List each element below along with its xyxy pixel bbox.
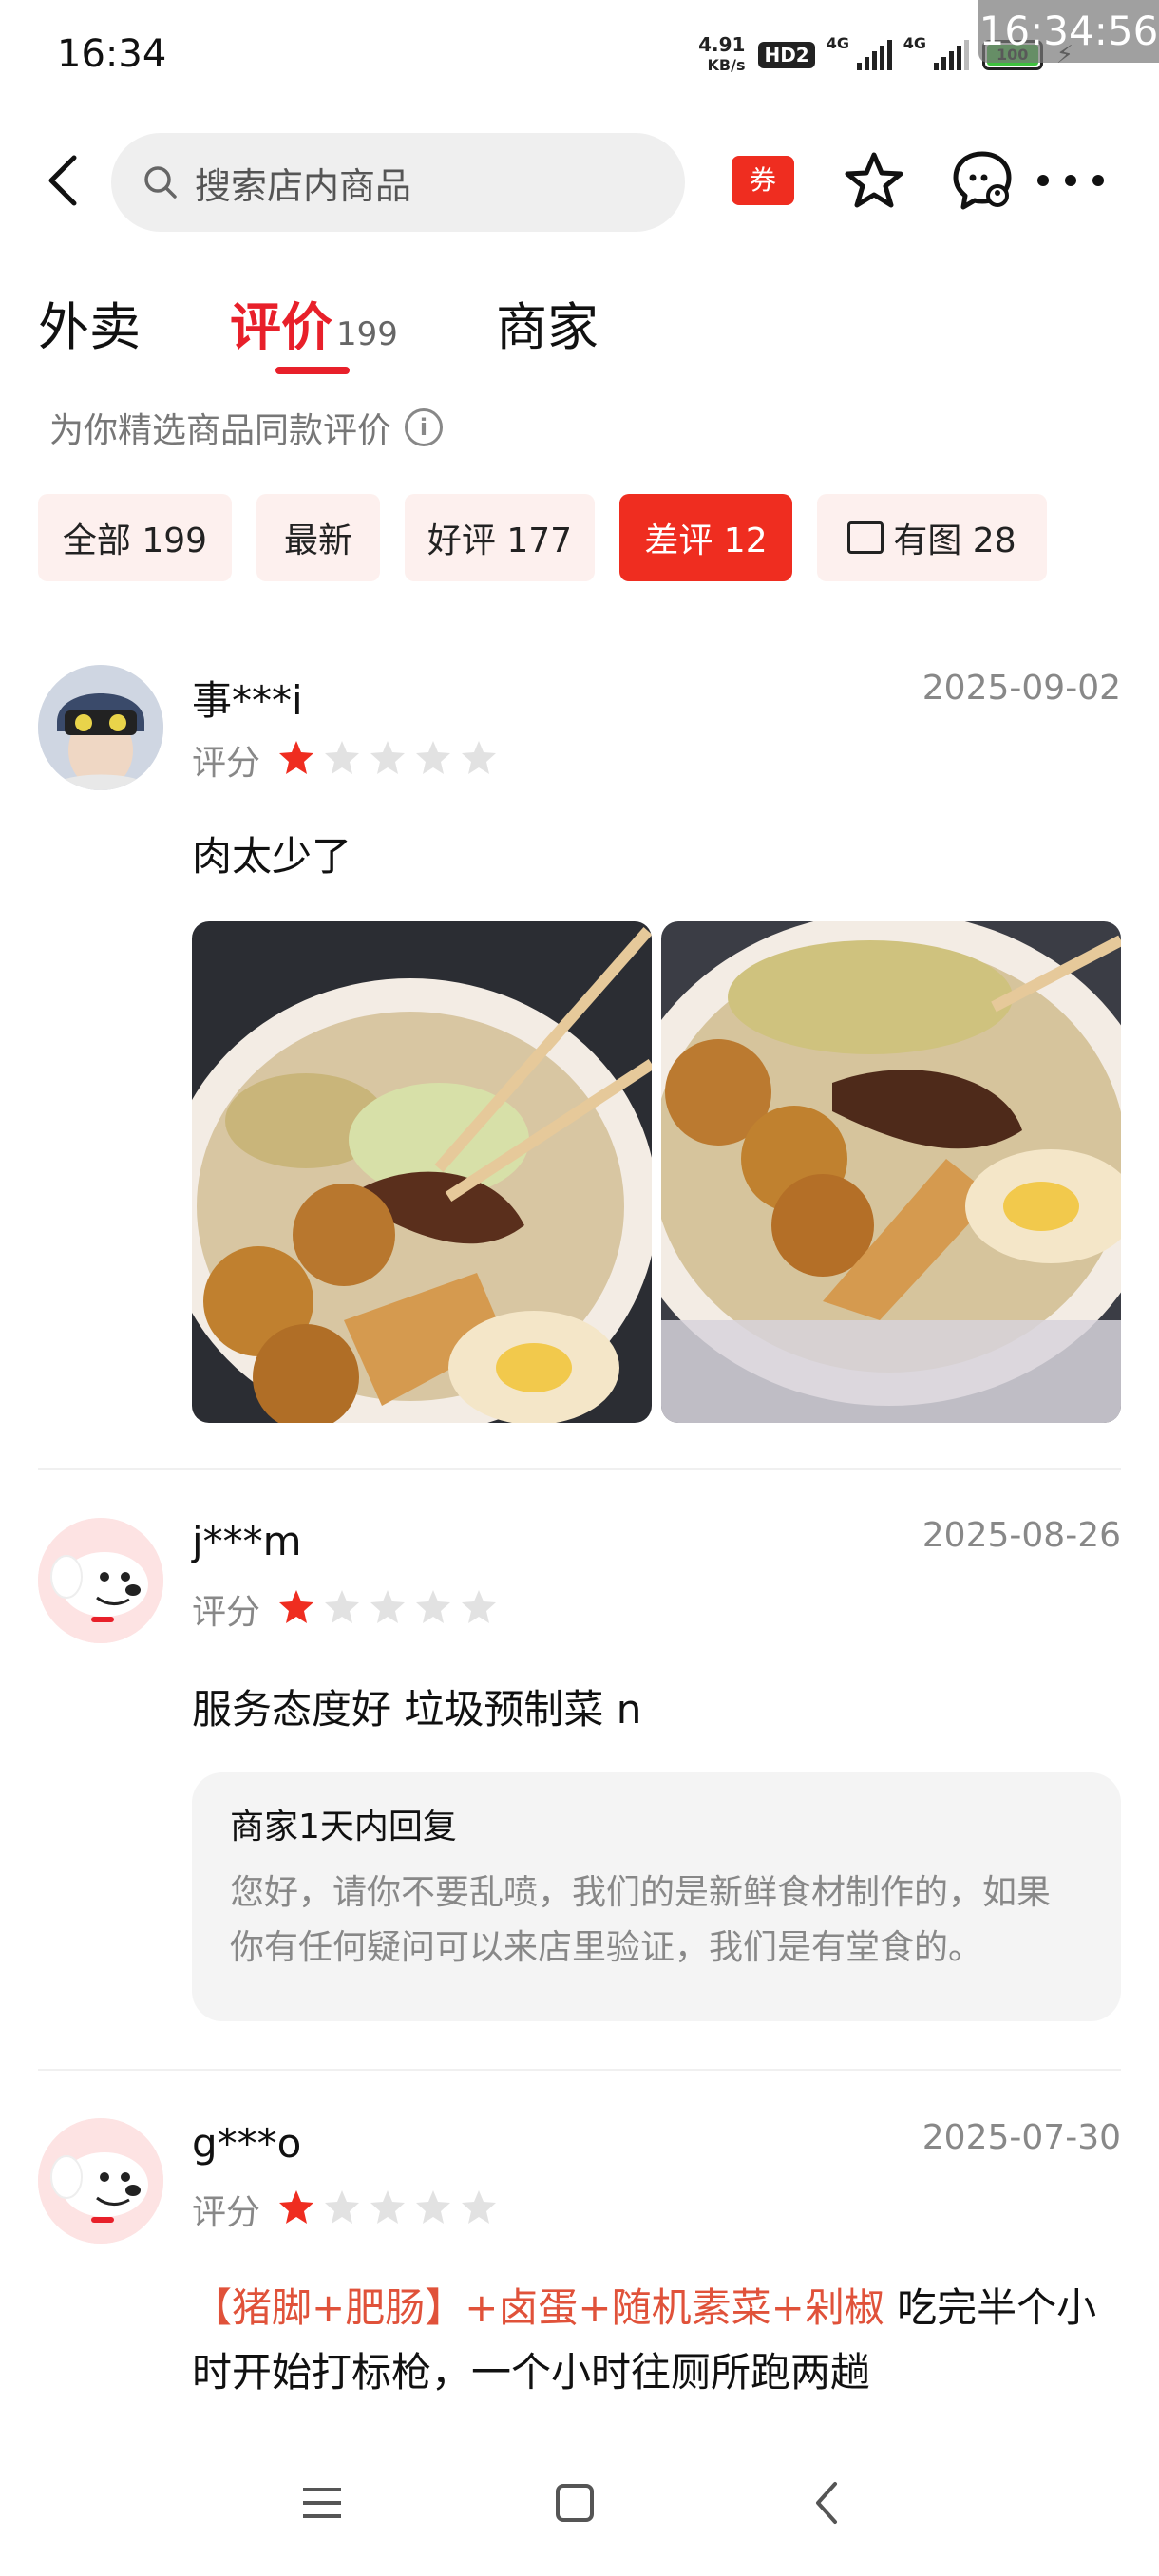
star-filled-icon — [279, 741, 314, 774]
system-nav-bar — [0, 2451, 1159, 2555]
star-empty-icon — [370, 741, 405, 774]
filter-latest[interactable]: 最新 — [256, 494, 380, 581]
back-chevron-icon — [816, 2482, 837, 2524]
review-selection-note: 为你精选商品同款评价 i — [49, 403, 444, 452]
back-arrow-icon — [48, 155, 77, 206]
filter-positive[interactable]: 好评 177 — [405, 494, 595, 581]
dot-icon — [1092, 175, 1104, 186]
more-options-button[interactable] — [1037, 150, 1104, 211]
info-icon[interactable]: i — [405, 408, 444, 446]
square-icon — [556, 2484, 594, 2522]
coupon-button[interactable]: 券 — [732, 156, 794, 205]
food-bowl-image — [661, 921, 1121, 1423]
reviewer-name: 事***i — [192, 677, 303, 724]
star-rating — [277, 1588, 498, 1626]
food-bowl-image — [192, 921, 652, 1423]
signal-label: 4G — [826, 34, 849, 52]
tab-reviews[interactable]: 评价 199 — [230, 285, 398, 360]
divider — [38, 2069, 1121, 2071]
search-icon — [144, 166, 177, 199]
star-empty-icon — [325, 741, 359, 774]
review-text: 【猪脚+肥肠】+卤蛋+随机素菜+剁椒 吃完半个小时开始打标枪，一个小时往厕所跑两… — [192, 2276, 1104, 2405]
review-photo[interactable] — [661, 921, 1121, 1423]
star-empty-icon — [416, 2190, 450, 2224]
avatar-photo — [38, 665, 163, 790]
rating-label: 评分 — [192, 744, 261, 783]
network-speed: 4.91 KB/s — [698, 34, 745, 76]
star-empty-icon — [325, 1590, 359, 1623]
review-date: 2025-08-26 — [922, 1516, 1121, 1555]
tab-active-indicator — [276, 367, 350, 374]
image-icon — [847, 521, 884, 554]
status-bar: 16:34 4.91 KB/s HD2 4G 4G 100 ⚡ 16:34:56 — [0, 0, 1159, 114]
review-date: 2025-07-30 — [922, 2118, 1121, 2157]
menu-icon — [303, 2488, 341, 2518]
merchant-reply: 商家1天内回复 您好，请你不要乱喷，我们的是新鲜食材制作的，如果你有任何疑问可以… — [192, 1772, 1121, 2021]
message-button[interactable] — [950, 148, 1015, 213]
review-text: 服务态度好 垃圾预制菜 n — [192, 1686, 642, 1733]
system-back-button[interactable] — [794, 2470, 861, 2536]
star-outline-icon — [845, 152, 903, 208]
avatar[interactable] — [38, 2118, 163, 2244]
star-empty-icon — [370, 2190, 405, 2224]
jd-dog-avatar-icon — [38, 2118, 163, 2244]
review-date: 2025-09-02 — [922, 669, 1121, 708]
filter-with-photos[interactable]: 有图 28 — [817, 494, 1047, 581]
net-speed-unit: KB/s — [707, 56, 746, 74]
dot-icon — [1037, 175, 1049, 186]
star-filled-icon — [279, 2190, 314, 2224]
dot-icon — [1065, 175, 1076, 186]
star-empty-icon — [462, 1590, 496, 1623]
filter-negative[interactable]: 差评 12 — [619, 494, 792, 581]
filter-all[interactable]: 全部 199 — [38, 494, 232, 581]
reply-title: 商家1天内回复 — [230, 1808, 457, 1847]
star-rating — [277, 739, 498, 777]
review-text: 肉太少了 — [192, 833, 352, 880]
search-placeholder: 搜索店内商品 — [195, 164, 412, 207]
signal-icon: 4G — [903, 34, 969, 70]
jd-dog-avatar-icon — [38, 1518, 163, 1643]
search-input[interactable]: 搜索店内商品 — [111, 133, 685, 232]
star-empty-icon — [462, 2190, 496, 2224]
star-empty-icon — [462, 741, 496, 774]
signal-label: 4G — [902, 34, 926, 52]
back-button[interactable] — [38, 152, 95, 209]
star-rating — [277, 2188, 498, 2226]
star-filled-icon — [279, 1590, 314, 1623]
hd-voice-icon: HD2 — [758, 42, 815, 68]
reply-body: 您好，请你不要乱喷，我们的是新鲜食材制作的，如果你有任何疑问可以来店里验证，我们… — [230, 1873, 1052, 1967]
home-button[interactable] — [542, 2470, 608, 2536]
reviewer-name: j***m — [192, 1518, 302, 1564]
dish-tags[interactable]: 【猪脚+肥肠】+卤蛋+随机素菜+剁椒 — [192, 2284, 884, 2331]
net-speed-value: 4.91 — [698, 33, 746, 56]
review-photo[interactable] — [192, 921, 652, 1423]
header-bar: 搜索店内商品 券 — [0, 129, 1159, 234]
subtitle-text: 为你精选商品同款评价 — [49, 411, 392, 450]
divider — [38, 1468, 1121, 1470]
rating-label: 评分 — [192, 1593, 261, 1632]
chat-bubble-icon — [953, 151, 1012, 210]
tab-reviews-count: 199 — [336, 315, 398, 353]
favorite-button[interactable] — [844, 150, 904, 211]
reviewer-name: g***o — [192, 2120, 302, 2167]
avatar[interactable] — [38, 1518, 163, 1643]
avatar[interactable] — [38, 665, 163, 790]
signal-icon: 4G — [826, 34, 892, 70]
clock-overlay: 16:34:56 — [978, 0, 1159, 63]
tab-takeout[interactable]: 外卖 — [38, 285, 141, 360]
tab-merchant[interactable]: 商家 — [496, 285, 598, 360]
menu-button[interactable] — [289, 2470, 355, 2536]
rating-label: 评分 — [192, 2193, 261, 2232]
filter-with-photos-label: 有图 28 — [893, 521, 1016, 560]
tab-reviews-label: 评价 — [230, 297, 332, 357]
star-empty-icon — [416, 741, 450, 774]
star-empty-icon — [370, 1590, 405, 1623]
status-time: 16:34 — [57, 32, 167, 76]
star-empty-icon — [325, 2190, 359, 2224]
star-empty-icon — [416, 1590, 450, 1623]
